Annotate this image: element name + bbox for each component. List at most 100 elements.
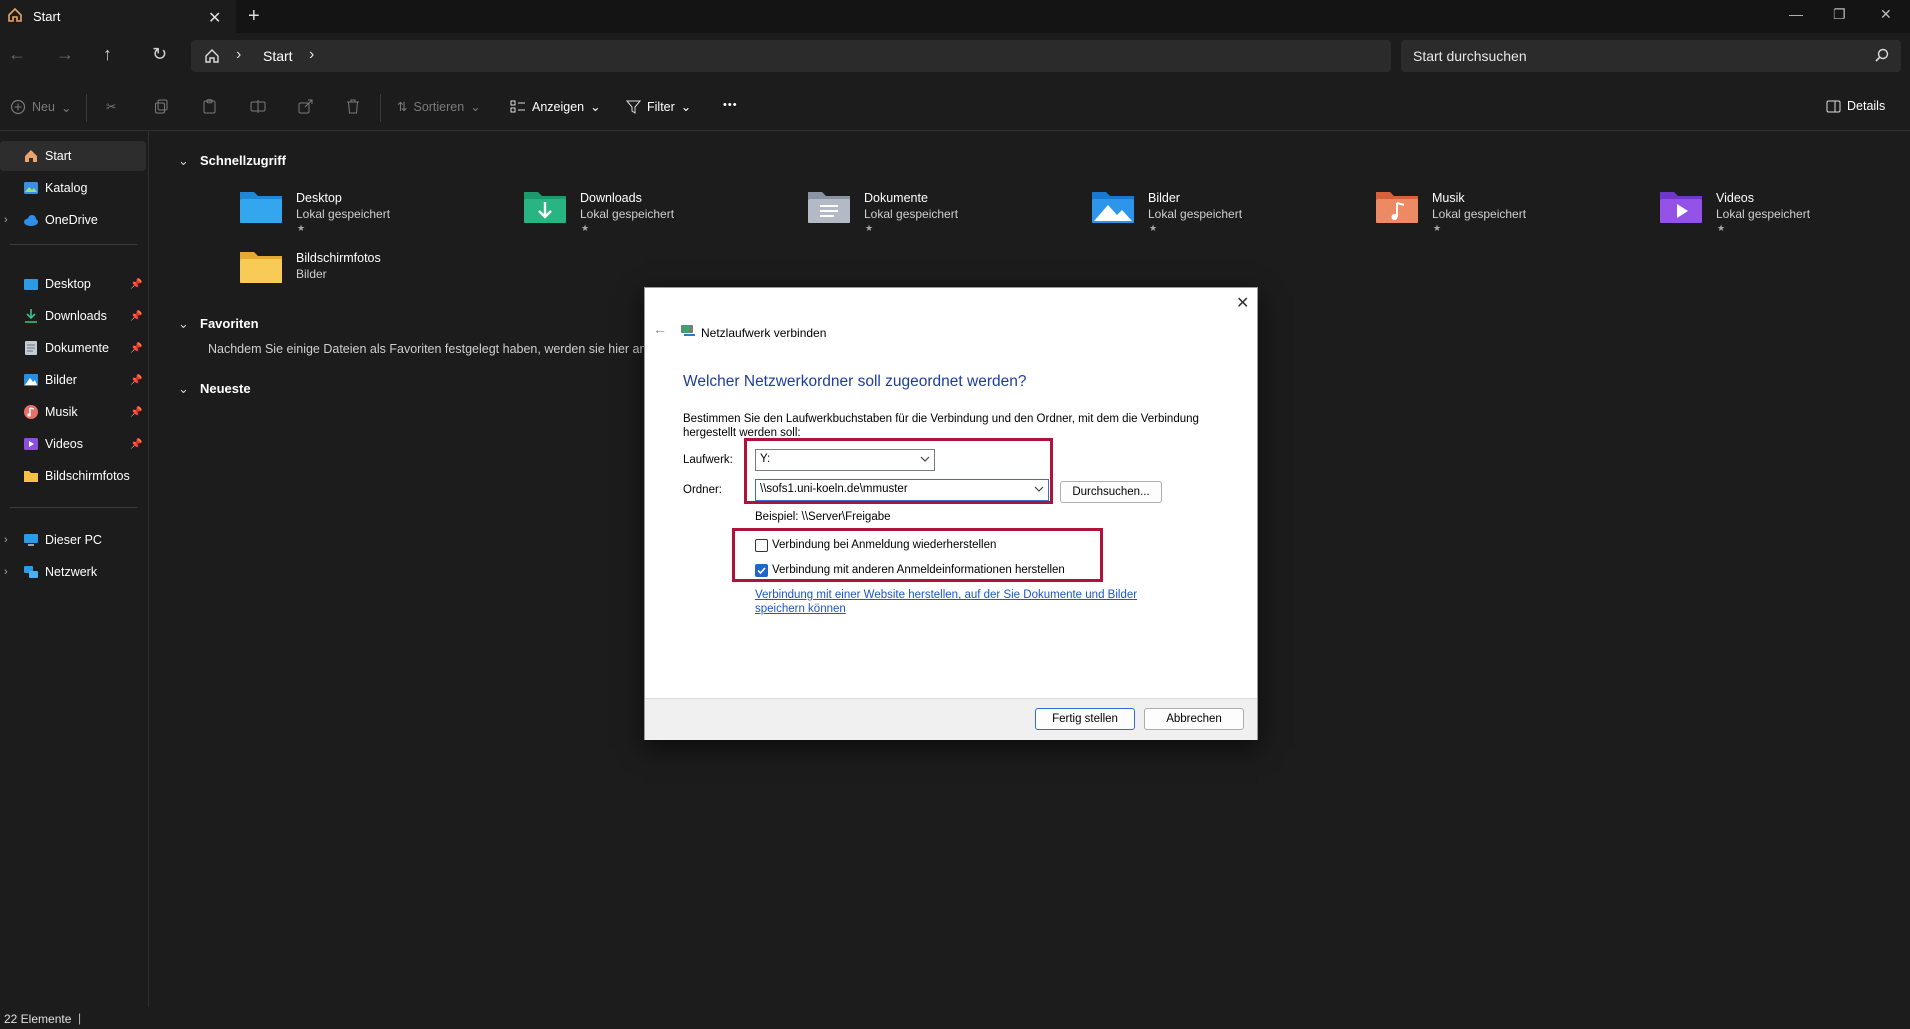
- favorites-title: Favoriten: [200, 316, 259, 331]
- pin-icon: ★: [1433, 223, 1442, 233]
- sidebar-item-label: Downloads: [45, 309, 107, 323]
- tab-start[interactable]: Start ✕: [0, 0, 236, 33]
- downloads-folder-icon: [523, 188, 567, 224]
- pin-icon[interactable]: 📌: [130, 375, 142, 386]
- quick-access-bildschirmfotos[interactable]: Bildschirmfotos Bilder: [239, 248, 499, 300]
- address-bar[interactable]: › Start ›: [191, 40, 1391, 72]
- folder-name: Videos: [1716, 191, 1754, 205]
- copy-icon[interactable]: [154, 99, 169, 114]
- up-arrow-icon[interactable]: ↑: [103, 44, 112, 65]
- website-link[interactable]: Verbindung mit einer Website herstellen,…: [755, 588, 1145, 616]
- rename-icon[interactable]: [250, 99, 266, 114]
- restore-icon[interactable]: ❐: [1833, 6, 1846, 23]
- new-button[interactable]: Neu ⌄: [10, 99, 71, 115]
- sidebar-item-katalog[interactable]: Katalog: [0, 173, 146, 203]
- filter-button-label: Filter: [647, 99, 675, 114]
- chevron-down-icon: ⌄: [178, 316, 189, 331]
- sidebar-divider: [10, 244, 137, 245]
- details-button[interactable]: Details: [1826, 99, 1885, 113]
- view-button[interactable]: Anzeigen ⌄: [510, 99, 601, 114]
- new-button-label: Neu: [32, 100, 55, 114]
- minimize-icon[interactable]: —: [1789, 6, 1803, 22]
- filter-button[interactable]: Filter ⌄: [626, 99, 691, 114]
- refresh-icon[interactable]: ↻: [152, 44, 167, 65]
- browse-button[interactable]: Durchsuchen...: [1060, 481, 1162, 503]
- folder-label: Ordner:: [683, 484, 722, 496]
- quick-access-bilder[interactable]: Bilder Lokal gespeichert ★: [1091, 188, 1351, 240]
- cancel-button[interactable]: Abbrechen: [1144, 708, 1244, 730]
- chevron-right-icon[interactable]: ›: [309, 46, 314, 64]
- back-arrow-icon[interactable]: ←: [653, 321, 667, 337]
- chevron-down-icon: ⌄: [60, 100, 72, 115]
- network-drive-icon: [680, 323, 696, 337]
- close-icon[interactable]: ✕: [1236, 293, 1249, 313]
- filter-icon: [626, 100, 641, 114]
- pin-icon[interactable]: 📌: [130, 279, 142, 290]
- item-count: 22 Elemente: [4, 1012, 72, 1026]
- sidebar-item-videos[interactable]: Videos 📌: [0, 429, 146, 459]
- quick-access-title: Schnellzugriff: [200, 153, 286, 168]
- sidebar-item-dokumente[interactable]: Dokumente 📌: [0, 333, 146, 363]
- breadcrumb-start[interactable]: Start: [263, 48, 293, 64]
- gallery-icon: [23, 180, 39, 196]
- download-icon: [23, 308, 39, 324]
- pin-icon: ★: [1149, 223, 1158, 233]
- sidebar-item-start[interactable]: Start: [0, 141, 146, 171]
- quick-access-header[interactable]: ⌄ Schnellzugriff: [178, 153, 286, 169]
- sidebar-item-netzwerk[interactable]: › Netzwerk: [0, 557, 146, 587]
- sidebar-item-label: Bildschirmfotos: [45, 469, 130, 483]
- home-icon: [23, 148, 39, 164]
- sort-button[interactable]: ⇅ Sortieren ⌄: [397, 99, 481, 115]
- home-icon: [7, 7, 23, 23]
- sidebar-item-onedrive[interactable]: › OneDrive: [0, 205, 146, 235]
- cut-icon[interactable]: ✂: [106, 99, 116, 114]
- folder-icon: [239, 248, 283, 284]
- favorites-header[interactable]: ⌄ Favoriten: [178, 316, 259, 332]
- quick-access-desktop[interactable]: Desktop Lokal gespeichert ★: [239, 188, 499, 240]
- pin-icon[interactable]: 📌: [130, 439, 142, 450]
- forward-arrow-icon[interactable]: →: [56, 44, 74, 65]
- sidebar-divider: [10, 507, 137, 508]
- pin-icon[interactable]: 📌: [130, 407, 142, 418]
- tab-close-icon[interactable]: ✕: [208, 8, 221, 28]
- chevron-down-icon: ⌄: [178, 381, 189, 396]
- chevron-right-icon[interactable]: ›: [4, 214, 8, 226]
- sidebar-item-desktop[interactable]: Desktop 📌: [0, 269, 146, 299]
- videos-folder-icon: [1659, 188, 1703, 224]
- sidebar-item-label: Netzwerk: [45, 565, 98, 579]
- sidebar-item-bilder[interactable]: Bilder 📌: [0, 365, 146, 395]
- view-button-label: Anzeigen: [532, 99, 585, 114]
- more-options-icon[interactable]: •••: [723, 99, 738, 111]
- quick-access-videos[interactable]: Videos Lokal gespeichert ★: [1659, 188, 1910, 240]
- pin-icon[interactable]: 📌: [130, 311, 142, 322]
- search-icon[interactable]: [1875, 48, 1889, 62]
- chevron-down-icon: ⌄: [680, 100, 692, 114]
- search-box[interactable]: Start durchsuchen: [1401, 40, 1901, 72]
- chevron-right-icon[interactable]: ›: [4, 566, 8, 578]
- paste-icon[interactable]: [202, 99, 217, 114]
- back-arrow-icon[interactable]: ←: [8, 44, 26, 65]
- new-tab-button[interactable]: +: [248, 5, 260, 28]
- finish-button[interactable]: Fertig stellen: [1035, 708, 1135, 730]
- quick-access-musik[interactable]: Musik Lokal gespeichert ★: [1375, 188, 1635, 240]
- home-icon[interactable]: [204, 48, 220, 64]
- close-window-icon[interactable]: ✕: [1880, 6, 1892, 23]
- desktop-folder-icon: [23, 276, 39, 292]
- cloud-icon: [23, 212, 39, 228]
- sidebar-item-dieser-pc[interactable]: › Dieser PC: [0, 525, 146, 555]
- chevron-right-icon[interactable]: ›: [236, 46, 241, 64]
- pin-icon[interactable]: 📌: [130, 343, 142, 354]
- sidebar-item-musik[interactable]: Musik 📌: [0, 397, 146, 427]
- folder-status: Lokal gespeichert: [864, 207, 959, 221]
- folder-name: Dokumente: [864, 191, 928, 205]
- delete-icon[interactable]: [346, 99, 360, 114]
- sidebar-item-downloads[interactable]: Downloads 📌: [0, 301, 146, 331]
- quick-access-dokumente[interactable]: Dokumente Lokal gespeichert ★: [807, 188, 1067, 240]
- sidebar-item-bildschirmfotos[interactable]: Bildschirmfotos: [0, 461, 146, 491]
- map-network-drive-dialog: ✕ ← Netzlaufwerk verbinden Welcher Netzw…: [644, 287, 1258, 740]
- share-icon[interactable]: [298, 99, 313, 114]
- recent-header[interactable]: ⌄ Neueste: [178, 381, 251, 397]
- chevron-down-icon: ⌄: [590, 100, 601, 114]
- quick-access-downloads[interactable]: Downloads Lokal gespeichert ★: [523, 188, 783, 240]
- chevron-right-icon[interactable]: ›: [4, 534, 8, 546]
